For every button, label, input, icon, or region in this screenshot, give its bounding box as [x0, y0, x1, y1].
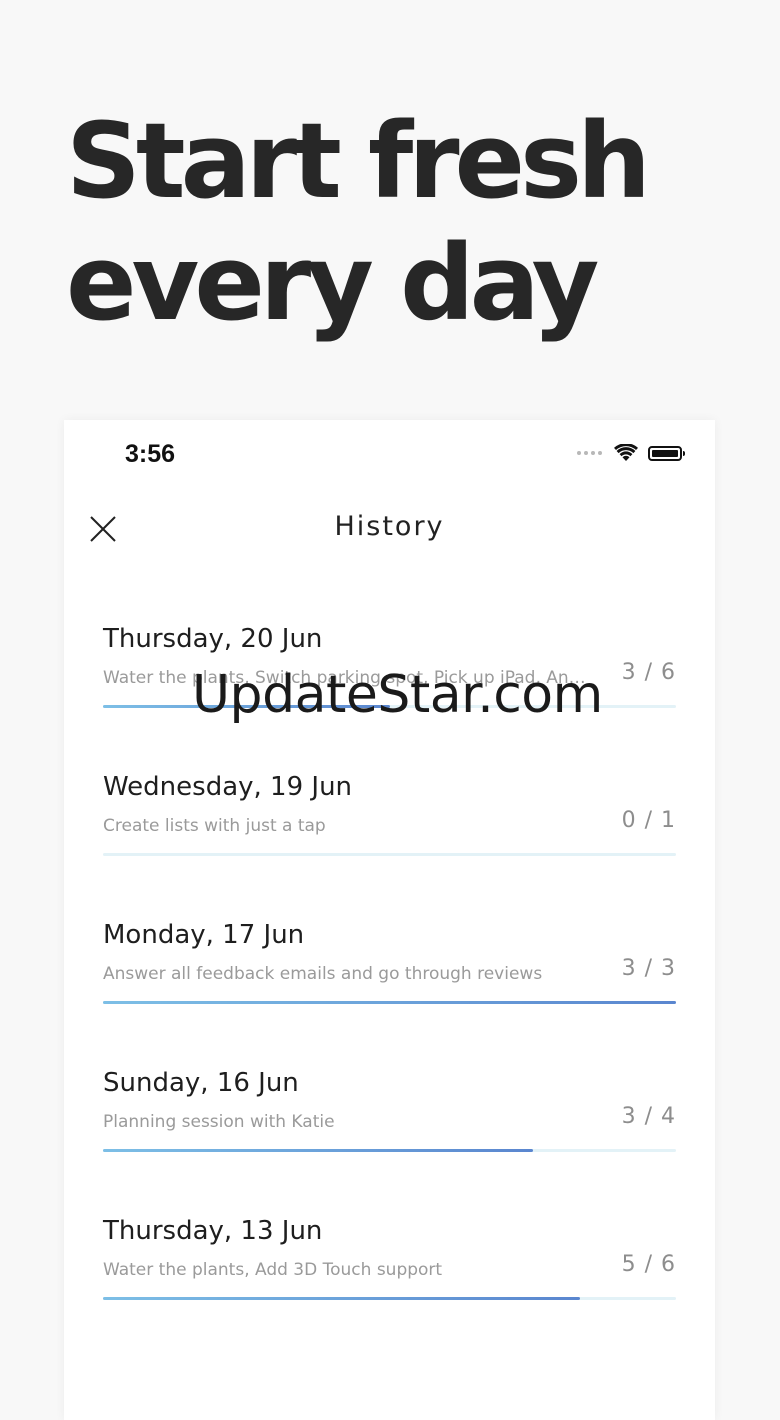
history-date: Thursday, 13 Jun	[103, 1216, 323, 1246]
history-tasks: Create lists with just a tap	[103, 816, 326, 836]
progress-fill	[103, 1149, 533, 1152]
progress-track	[103, 1001, 676, 1004]
history-count: 5 / 6	[621, 1252, 676, 1277]
history-row[interactable]: Sunday, 16 Jun Planning session with Kati…	[103, 1064, 676, 1212]
progress-fill	[103, 1297, 581, 1300]
history-date: Wednesday, 19 Jun	[103, 772, 353, 802]
history-tasks: Planning session with Katie	[103, 1112, 335, 1132]
history-row[interactable]: Monday, 17 Jun Answer all feedback emails…	[103, 916, 676, 1064]
phone-screen: 3:56 History Thursday, 20 Jun Water the p…	[64, 420, 715, 1420]
history-tasks: Water the plants, Add 3D Touch support	[103, 1260, 443, 1280]
signal-dots-icon	[577, 451, 602, 455]
page-title: History	[334, 511, 445, 542]
status-icons	[577, 444, 685, 462]
history-count: 3 / 4	[621, 1104, 676, 1129]
history-date: Monday, 17 Jun	[103, 920, 305, 950]
history-count: 3 / 3	[621, 956, 676, 981]
battery-icon	[648, 445, 685, 461]
status-time: 3:56	[125, 440, 176, 468]
history-tasks: Answer all feedback emails and go throug…	[103, 964, 543, 984]
history-list: Thursday, 20 Jun Water the plants, Switch…	[103, 620, 676, 1360]
wifi-icon	[614, 444, 638, 461]
history-row[interactable]: Wednesday, 19 Jun Create lists with just …	[103, 768, 676, 916]
history-date: Thursday, 20 Jun	[103, 624, 323, 654]
history-row[interactable]: Thursday, 13 Jun Water the plants, Add 3D…	[103, 1212, 676, 1360]
headline-line-2: every day	[66, 222, 599, 344]
history-count: 0 / 1	[621, 808, 676, 833]
headline: Start fresh every day	[66, 100, 686, 344]
progress-track	[103, 1149, 676, 1152]
history-count: 3 / 6	[621, 660, 676, 685]
headline-line-1: Start fresh	[66, 100, 651, 222]
watermark: UpdateStar.com	[192, 665, 603, 725]
history-date: Sunday, 16 Jun	[103, 1068, 299, 1098]
progress-track	[103, 853, 676, 856]
progress-track	[103, 1297, 676, 1300]
progress-fill	[103, 1001, 676, 1004]
